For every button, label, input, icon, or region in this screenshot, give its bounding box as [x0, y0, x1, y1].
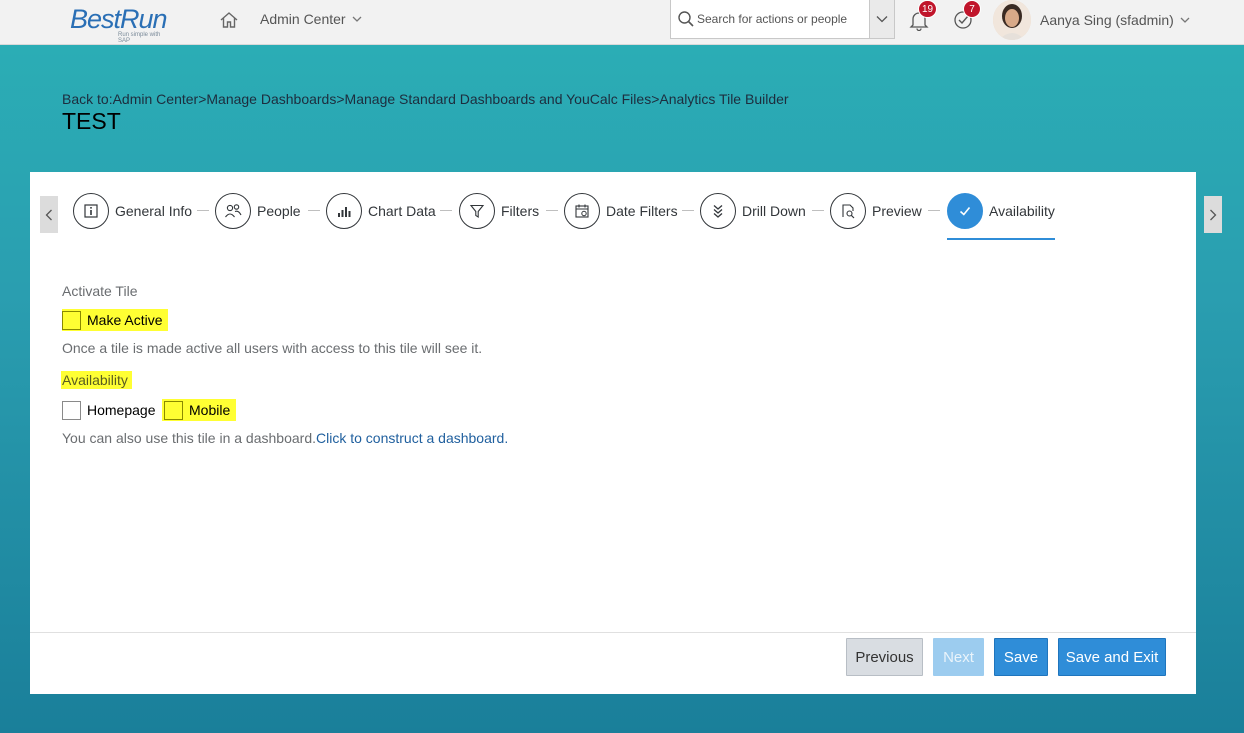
- home-icon[interactable]: [219, 10, 239, 30]
- homepage-checkbox[interactable]: [62, 400, 81, 420]
- logo-text: BestRun: [70, 4, 168, 34]
- notifications-badge: 19: [918, 0, 938, 18]
- step-label: Filters: [501, 203, 540, 219]
- step-label: Preview: [872, 203, 922, 219]
- bar-chart-icon: [338, 207, 351, 217]
- chevron-right-icon: [1210, 209, 1217, 220]
- step-separator: [440, 210, 452, 211]
- availability-label: Availability: [61, 371, 132, 389]
- search-box: [670, 0, 870, 39]
- breadcrumb-separator: >: [336, 91, 345, 107]
- step-separator: [308, 210, 320, 211]
- checkmark-icon: [959, 206, 971, 216]
- company-logo[interactable]: BestRun Run simple with SAP: [70, 4, 170, 44]
- mobile-checkbox[interactable]: [164, 400, 183, 420]
- step-drill-down[interactable]: Drill Down: [700, 192, 806, 230]
- step-date-filters[interactable]: Date Filters: [564, 192, 678, 230]
- make-active-help: Once a tile is made active all users wit…: [62, 340, 483, 356]
- chevron-down-icon: [1180, 17, 1190, 23]
- next-button[interactable]: Next: [933, 638, 984, 676]
- step-label: Drill Down: [742, 203, 806, 219]
- drill-down-icon: [713, 205, 723, 218]
- search-input[interactable]: [697, 9, 867, 29]
- homepage-option[interactable]: Homepage: [62, 399, 156, 421]
- mobile-option[interactable]: Mobile: [162, 399, 237, 421]
- step-availability[interactable]: Availability: [947, 192, 1055, 230]
- filter-icon: [469, 204, 485, 218]
- previous-button[interactable]: Previous: [846, 638, 923, 676]
- step-separator: [546, 210, 558, 211]
- step-label: Availability: [989, 203, 1055, 219]
- admin-center-menu[interactable]: Admin Center: [260, 11, 362, 27]
- step-label: Date Filters: [606, 203, 678, 219]
- logo-tagline: Run simple with SAP: [118, 32, 161, 44]
- todo-button[interactable]: 7: [952, 0, 981, 31]
- chevron-down-icon: [876, 16, 888, 23]
- breadcrumb-analytics-tile-builder[interactable]: Analytics Tile Builder: [659, 91, 788, 107]
- breadcrumb: Back to:Admin Center>Manage Dashboards>M…: [62, 91, 789, 107]
- footer-divider: [30, 632, 1196, 633]
- mobile-label: Mobile: [189, 402, 231, 418]
- notifications-button[interactable]: 19: [908, 0, 938, 32]
- todo-badge: 7: [963, 0, 981, 18]
- breadcrumb-prefix: Back to:: [62, 91, 113, 107]
- step-separator: [682, 210, 694, 211]
- step-separator: [812, 210, 824, 211]
- search-icon[interactable]: [677, 10, 695, 28]
- step-label: People: [257, 203, 301, 219]
- step-circle: [830, 193, 866, 229]
- step-general-info[interactable]: General Info: [73, 192, 192, 230]
- info-icon: [84, 204, 98, 218]
- wizard-panel: General Info People Chart Data Filters D…: [30, 172, 1222, 694]
- homepage-label: Homepage: [87, 402, 156, 418]
- step-filters[interactable]: Filters: [459, 192, 539, 230]
- chevron-down-icon: [352, 16, 362, 22]
- make-active-option[interactable]: Make Active: [62, 309, 169, 331]
- make-active-label: Make Active: [87, 312, 163, 328]
- active-step-indicator: [947, 238, 1055, 240]
- calendar-icon: [575, 204, 589, 218]
- save-button[interactable]: Save: [994, 638, 1048, 676]
- step-label: Chart Data: [368, 203, 436, 219]
- step-circle: [215, 193, 251, 229]
- dashboard-help-text: You can also use this tile in a dashboar…: [62, 430, 316, 446]
- construct-dashboard-link[interactable]: Click to construct a dashboard.: [316, 430, 508, 446]
- dashboard-help: You can also use this tile in a dashboar…: [62, 430, 508, 446]
- search-scope-dropdown[interactable]: [870, 0, 895, 39]
- activate-tile-label: Activate Tile: [62, 283, 138, 299]
- user-name-label: Aanya Sing (sfadmin): [1040, 12, 1174, 28]
- make-active-checkbox[interactable]: [62, 310, 81, 330]
- step-chart-data[interactable]: Chart Data: [326, 192, 436, 230]
- step-circle-active: [947, 193, 983, 229]
- save-and-exit-button[interactable]: Save and Exit: [1058, 638, 1166, 676]
- shell-header: BestRun Run simple with SAP Admin Center…: [0, 0, 1244, 45]
- user-menu[interactable]: Aanya Sing (sfadmin): [1040, 12, 1190, 28]
- preview-icon: [842, 204, 855, 219]
- step-circle: [326, 193, 362, 229]
- step-circle: [564, 193, 600, 229]
- breadcrumb-admin-center[interactable]: Admin Center: [113, 91, 199, 107]
- steps-scroll-right-button[interactable]: [1204, 196, 1222, 233]
- breadcrumb-manage-dashboards[interactable]: Manage Dashboards: [206, 91, 336, 107]
- admin-center-label: Admin Center: [260, 11, 346, 27]
- page-title: TEST: [62, 108, 121, 134]
- step-circle: [73, 193, 109, 229]
- step-people[interactable]: People: [215, 192, 301, 230]
- step-separator: [928, 210, 940, 211]
- wizard-steps: General Info People Chart Data Filters D…: [30, 172, 1196, 242]
- people-icon: [225, 204, 242, 218]
- step-circle: [700, 193, 736, 229]
- step-preview[interactable]: Preview: [830, 192, 922, 230]
- step-label: General Info: [115, 203, 193, 219]
- avatar[interactable]: [993, 0, 1031, 40]
- user-photo-icon: [993, 0, 1031, 40]
- step-separator: [197, 210, 209, 211]
- step-circle: [459, 193, 495, 229]
- breadcrumb-manage-standard-dashboards[interactable]: Manage Standard Dashboards and YouCalc F…: [345, 91, 652, 107]
